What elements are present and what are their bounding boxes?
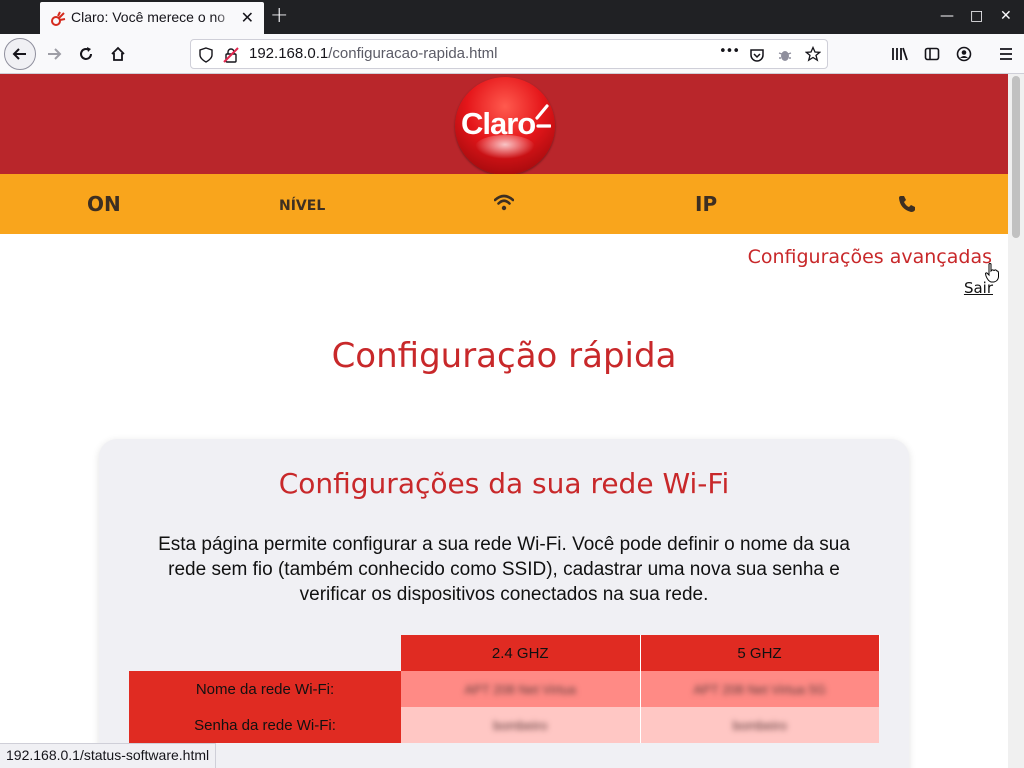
logo-shine	[475, 135, 535, 159]
wifi-icon[interactable]	[494, 194, 514, 212]
back-button[interactable]	[4, 38, 36, 70]
new-tab-button[interactable]: +	[270, 4, 288, 28]
password-5ghz-cell[interactable]: bombeiro	[639, 707, 879, 743]
column-header-24ghz: 2.4 GHZ	[401, 635, 641, 671]
hand-cursor-icon	[985, 263, 999, 283]
advanced-settings-link[interactable]: Configurações avançadas	[748, 246, 992, 268]
pocket-icon[interactable]	[749, 47, 765, 63]
logo-rays-icon	[535, 104, 551, 128]
wifi-settings-card: Configurações da sua rede Wi-Fi Esta pág…	[99, 439, 909, 768]
page-content: Claro ON NÍVEL IP Configurações avançada…	[0, 74, 1008, 768]
row-label-ssid: Nome da rede Wi-Fi:	[129, 671, 401, 707]
claro-logo[interactable]: Claro	[455, 77, 555, 175]
nav-on[interactable]: ON	[87, 192, 121, 216]
library-icon	[892, 47, 908, 61]
shield-icon[interactable]	[199, 47, 213, 63]
reload-icon	[80, 47, 92, 60]
nav-nivel[interactable]: NÍVEL	[279, 198, 325, 214]
back-arrow-icon	[12, 48, 26, 60]
home-button[interactable]	[102, 38, 134, 70]
phone-icon[interactable]	[898, 195, 916, 213]
browser-titlebar: Claro: Você merece o no ✕ + — □ ✕	[0, 0, 1024, 34]
card-title: Configurações da sua rede Wi-Fi	[278, 467, 730, 500]
nav-ip[interactable]: IP	[695, 192, 717, 216]
account-icon	[956, 46, 972, 62]
window-close-icon[interactable]: ✕	[1000, 8, 1012, 24]
account-button[interactable]	[948, 38, 980, 70]
minimize-icon[interactable]: —	[940, 8, 954, 24]
status-bar: 192.168.0.1/status-software.html	[0, 743, 217, 768]
url-bar[interactable]: 192.168.0.1/configuracao-rapida.html •••	[190, 39, 828, 69]
password-5ghz-value: bombeiro	[732, 717, 787, 733]
table-corner	[129, 635, 401, 671]
ssid-5ghz-cell[interactable]: APT 208 Net Virtua 5G	[639, 671, 879, 707]
url-path: /configuracao-rapida.html	[328, 45, 498, 62]
ssid-24ghz-cell[interactable]: APT 208 Net Virtua	[401, 671, 640, 707]
column-header-5ghz: 5 GHZ	[640, 635, 880, 671]
insecure-lock-icon[interactable]	[223, 47, 239, 63]
browser-tab[interactable]: Claro: Você merece o no ✕	[40, 2, 264, 34]
card-description: Esta página permite configurar a sua red…	[158, 534, 850, 605]
tab-close-icon[interactable]: ✕	[241, 8, 254, 27]
url-text: 192.168.0.1/configuracao-rapida.html	[249, 45, 498, 62]
ssid-5ghz-value: APT 208 Net Virtua 5G	[693, 681, 826, 697]
home-icon	[111, 46, 125, 61]
status-nav-bar: ON NÍVEL IP	[0, 174, 1008, 234]
url-host: 192.168.0.1	[249, 45, 329, 62]
sidebar-button[interactable]	[916, 38, 948, 70]
row-label-password: Senha da rede Wi-Fi:	[129, 707, 401, 743]
bookmark-star-icon[interactable]	[805, 46, 821, 62]
hamburger-menu-icon	[1000, 48, 1012, 60]
reload-button[interactable]	[70, 38, 102, 70]
wifi-table: 2.4 GHZ 5 GHZ Nome da rede Wi-Fi: APT 20…	[129, 635, 880, 743]
password-24ghz-value: bombeiro	[493, 717, 548, 733]
forward-button[interactable]	[38, 38, 70, 70]
page-actions-icon[interactable]: •••	[719, 44, 740, 59]
claro-favicon-icon	[51, 11, 66, 26]
page-title: Configuração rápida	[331, 336, 677, 376]
library-button[interactable]	[884, 38, 916, 70]
password-24ghz-cell[interactable]: bombeiro	[401, 707, 640, 743]
ssid-24ghz-value: APT 208 Net Virtua	[464, 681, 577, 697]
maximize-icon[interactable]: □	[970, 8, 983, 24]
table-header-row: 2.4 GHZ 5 GHZ	[129, 635, 880, 671]
sidebar-icon	[924, 47, 940, 61]
table-row: Nome da rede Wi-Fi: APT 208 Net Virtua A…	[129, 671, 879, 707]
table-row: Senha da rede Wi-Fi: bombeiro bombeiro	[129, 707, 879, 743]
menu-button[interactable]	[990, 38, 1022, 70]
extension-bug-icon[interactable]	[777, 47, 793, 63]
forward-arrow-icon	[48, 48, 62, 60]
scrollbar-thumb[interactable]	[1012, 76, 1020, 238]
tab-title: Claro: Você merece o no	[71, 9, 226, 25]
